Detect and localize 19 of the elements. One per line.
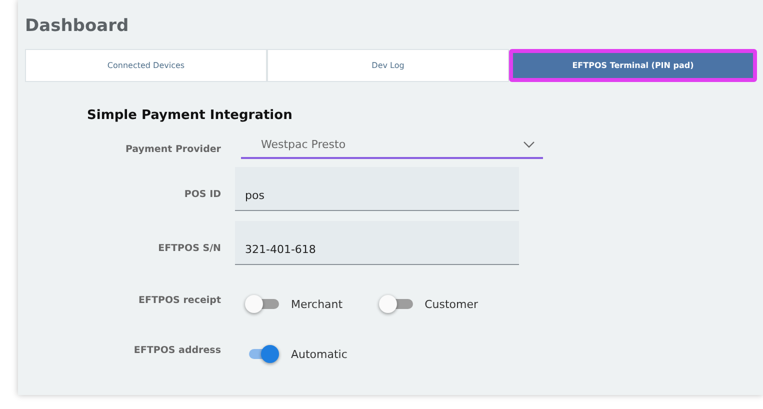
field-label: EFTPOS receipt: [138, 294, 221, 306]
field-label: EFTPOS address: [132, 344, 221, 356]
field-label: EFTPOS S/N: [157, 242, 221, 254]
input-field[interactable]: 321-401-618: [235, 221, 519, 265]
tab[interactable]: EFTPOS Terminal (PIN pad): [509, 49, 757, 82]
tab[interactable]: Dev Log: [267, 49, 509, 82]
chevron-down-icon: [523, 140, 535, 148]
input-field[interactable]: pos: [235, 167, 519, 211]
section-heading: Simple Payment Integration: [87, 108, 294, 123]
toggle-label: Merchant: [291, 298, 343, 310]
provider-dropdown[interactable]: Westpac Presto: [241, 131, 543, 159]
field-label: Payment Provider: [124, 144, 221, 154]
toggle-label: Automatic: [291, 348, 348, 360]
toggle-label: Customer: [424, 298, 478, 310]
toggle-switch[interactable]: [245, 295, 279, 313]
tab[interactable]: Connected Devices: [25, 49, 267, 82]
page-title: Dashboard: [25, 16, 130, 36]
toggle-switch[interactable]: [378, 295, 413, 313]
field-label: POS ID: [183, 188, 221, 200]
